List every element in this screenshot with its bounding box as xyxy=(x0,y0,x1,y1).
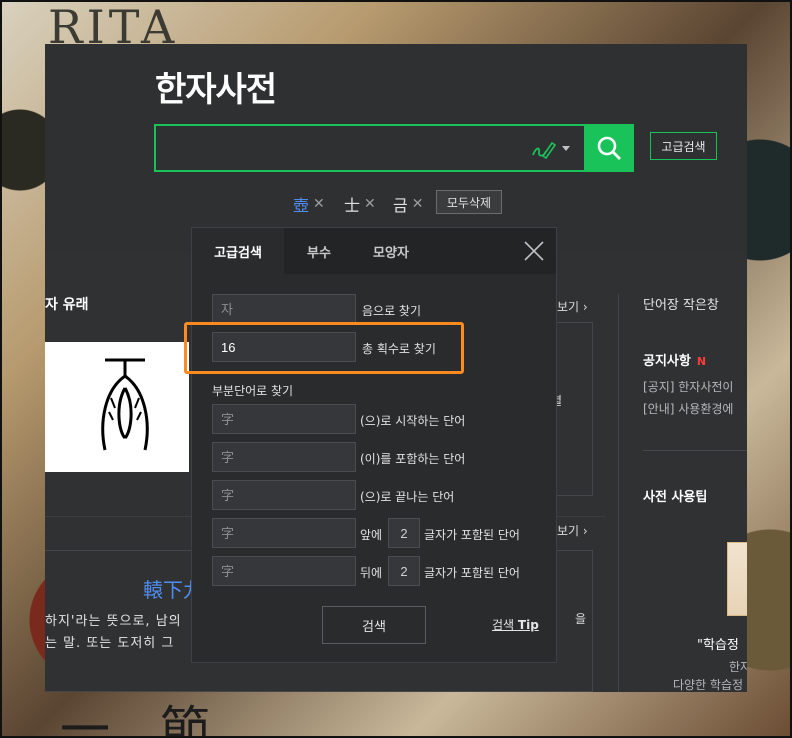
reading-label: 음으로 찾기 xyxy=(362,304,422,318)
chevron-down-icon[interactable] xyxy=(562,146,570,151)
tips-caption: 한자 xyxy=(729,660,747,674)
wordbook-links[interactable]: 단어장 작은창 xyxy=(643,294,719,313)
divider xyxy=(643,450,747,451)
front-char-input[interactable] xyxy=(212,518,356,548)
tab-shape[interactable]: 모양자 xyxy=(354,228,428,274)
word-description: 하지'라는 뜻으로, 남의 xyxy=(45,614,182,629)
chip: 壺 ✕ xyxy=(293,192,325,216)
word-side-text: 을 xyxy=(575,612,587,626)
header: 한자사전 고급검색 壺 ✕ 士 ✕ 금 ✕ 모두삭제 xyxy=(45,44,747,254)
close-icon[interactable]: ✕ xyxy=(364,196,376,212)
stroke-count-label: 총 획수로 찾기 xyxy=(362,342,436,356)
chip-label[interactable]: 금 xyxy=(393,192,408,216)
search-button[interactable] xyxy=(584,124,634,172)
search-box xyxy=(154,124,586,172)
popup-tabs: 고급검색 부수 모양자 xyxy=(192,228,556,274)
tips-title: 사전 사용팁 xyxy=(643,490,708,505)
search-input[interactable] xyxy=(162,132,522,164)
tab-advanced-search[interactable]: 고급검색 xyxy=(192,228,284,274)
notice-title: 공지사항 N xyxy=(643,350,706,369)
search-tip-link[interactable]: 검색 Tip xyxy=(492,616,539,633)
chip: 금 ✕ xyxy=(393,192,423,216)
reading-input[interactable] xyxy=(212,294,356,324)
advanced-search-button[interactable]: 고급검색 xyxy=(650,132,717,160)
chip: 士 ✕ xyxy=(344,192,376,216)
front-prefix-label: 앞에 xyxy=(360,528,383,542)
back-prefix-label: 뒤에 xyxy=(360,566,383,580)
close-icon[interactable]: ✕ xyxy=(412,196,424,212)
search-icon xyxy=(597,136,621,160)
advanced-search-popup: 고급검색 부수 모양자 음으로 찾기 총 획수로 찾기 부분단어로 찾기 (으)… xyxy=(184,227,557,663)
selected-chips: 壺 ✕ 士 ✕ 금 ✕ xyxy=(45,188,747,218)
starts-with-label: (으)로 시작하는 단어 xyxy=(360,414,466,428)
section-title: 자 유래 xyxy=(45,297,89,313)
handwriting-pen-icon[interactable] xyxy=(530,137,556,161)
new-badge: N xyxy=(696,355,707,368)
contains-input[interactable] xyxy=(212,442,356,472)
notice-title-label: 공지사항 xyxy=(643,354,691,369)
chip-label[interactable]: 壺 xyxy=(293,192,309,216)
ends-with-label: (으)로 끝나는 단어 xyxy=(360,490,455,504)
background-glyph: 一 xyxy=(60,701,110,738)
page-title: 한자사전 xyxy=(155,70,277,110)
search-submit-button[interactable]: 검색 xyxy=(322,606,426,644)
close-icon[interactable] xyxy=(522,239,546,263)
front-count-input[interactable] xyxy=(388,518,420,548)
word-description: 는 말. 또는 도저히 그 xyxy=(45,636,175,651)
notice-item[interactable]: [공지] 한자사전이 xyxy=(643,378,733,395)
more-link[interactable]: 보기 › xyxy=(557,522,588,539)
right-column: 단어장 작은창 공지사항 N [공지] 한자사전이 [안내] 사용환경에 사전 사… xyxy=(643,254,747,692)
ends-with-input[interactable] xyxy=(212,480,356,510)
ancient-glyph-icon xyxy=(101,358,149,451)
background-glyph: 節 xyxy=(160,701,210,738)
character-origin-image xyxy=(45,342,189,472)
chip-label[interactable]: 士 xyxy=(344,192,360,216)
contains-label: (이)를 포함하는 단어 xyxy=(360,452,466,466)
back-char-input[interactable] xyxy=(212,556,356,586)
front-suffix-label: 글자가 포함된 단어 xyxy=(424,528,520,542)
tips-caption: 다양한 학습정 xyxy=(673,678,744,692)
more-link[interactable]: 보기 › xyxy=(557,298,588,315)
back-count-input[interactable] xyxy=(388,556,420,586)
clear-all-button[interactable]: 모두삭제 xyxy=(436,190,502,214)
tab-radical[interactable]: 부수 xyxy=(284,228,354,274)
close-icon[interactable]: ✕ xyxy=(313,196,325,212)
tip-label-bold: Tip xyxy=(517,618,539,632)
starts-with-input[interactable] xyxy=(212,404,356,434)
notice-item[interactable]: [안내] 사용환경에 xyxy=(643,400,733,417)
back-suffix-label: 글자가 포함된 단어 xyxy=(424,566,520,580)
tips-caption: "학습정 xyxy=(697,638,739,653)
stroke-count-input[interactable] xyxy=(212,332,356,362)
tip-label: 검색 xyxy=(492,618,515,632)
divider xyxy=(618,294,619,692)
tips-thumbnail[interactable] xyxy=(727,542,747,616)
section-label: 부분단어로 찾기 xyxy=(212,384,294,398)
